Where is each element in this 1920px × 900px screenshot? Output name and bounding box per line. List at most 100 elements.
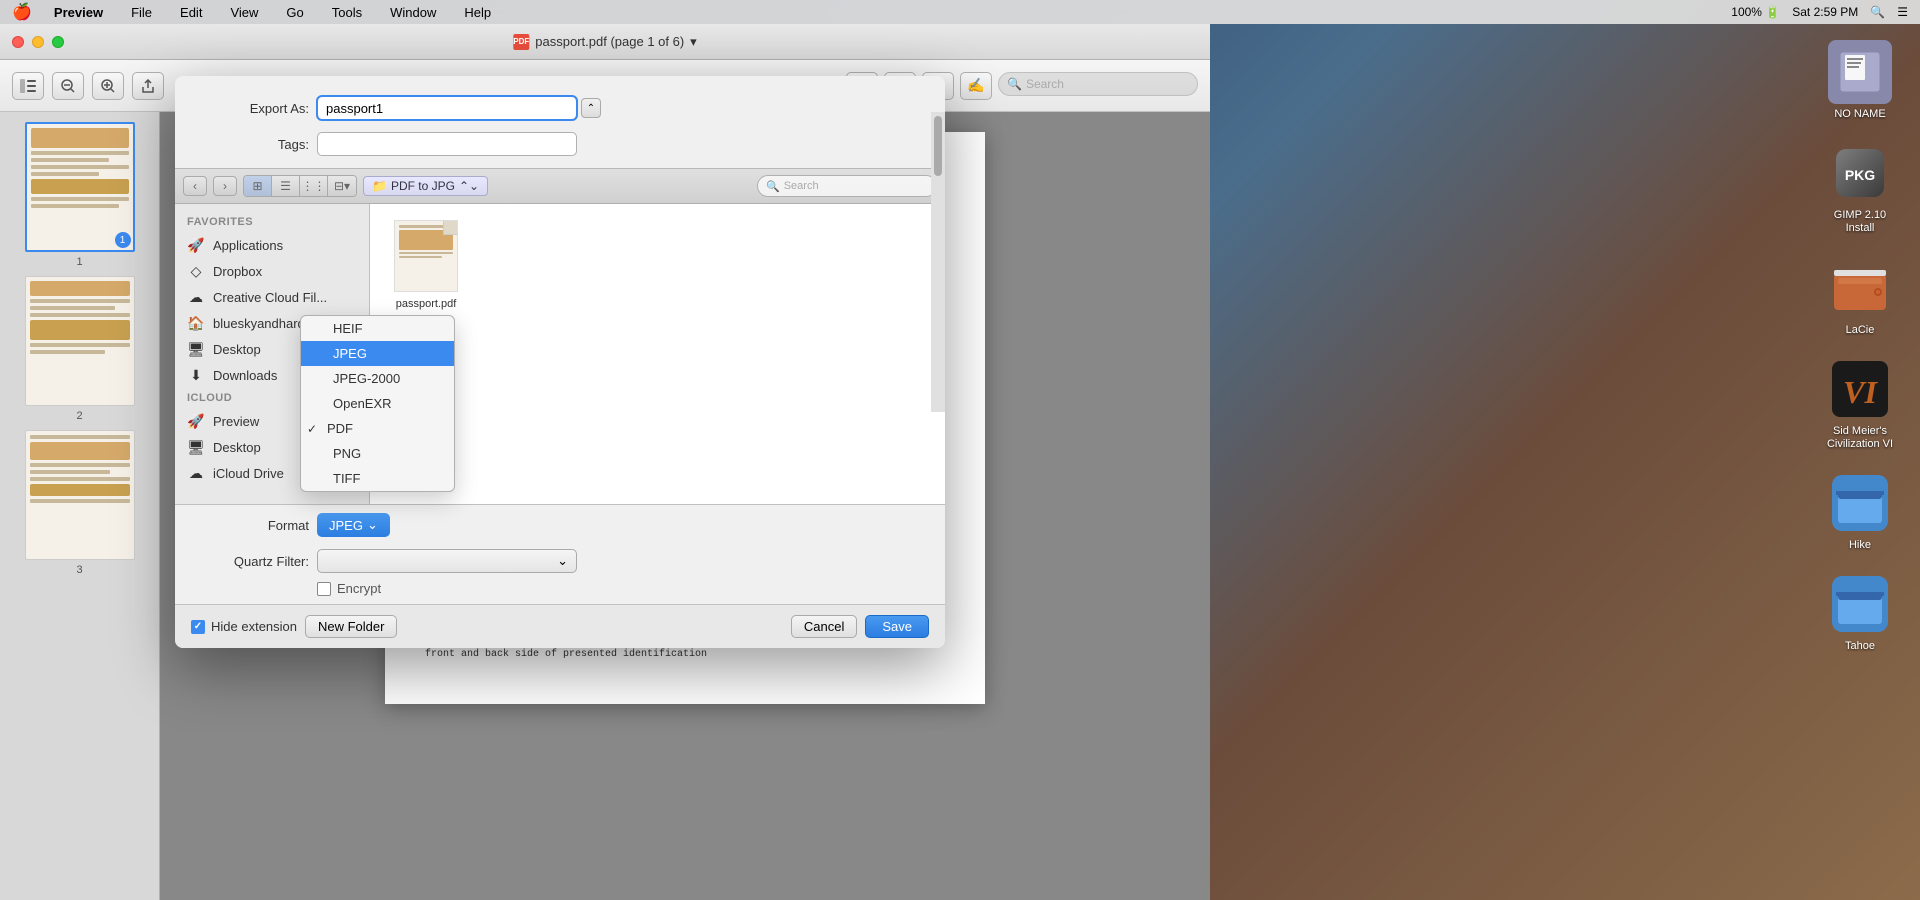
format-option-pdf-label: PDF [327,421,353,436]
toolbar-search[interactable]: 🔍 Search [998,72,1198,96]
spotlight-icon[interactable]: 🔍 [1870,5,1885,19]
back-button[interactable]: ‹ [183,176,207,196]
format-option-png[interactable]: PNG [301,441,454,466]
format-option-heif-label: HEIF [333,321,363,336]
sidebar-toggle-button[interactable] [12,72,44,100]
thumbnail-page-2[interactable]: 2 [10,276,149,422]
menu-preview[interactable]: Preview [48,3,109,22]
file-icon-passport [394,220,458,292]
sidebar-item-icloud-drive-label: iCloud Drive [213,466,284,481]
location-popup[interactable]: 📁 PDF to JPG ⌃⌄ [363,176,488,196]
desktop-icon-hike[interactable]: Hike [1820,471,1900,552]
format-option-openexr-label: OpenEXR [333,396,392,411]
list-view-button[interactable]: ☰ [272,176,300,196]
browser-search[interactable]: 🔍 Search [757,175,937,197]
thumbnail-page-1[interactable]: 1 1 [10,122,149,268]
share-button[interactable] [132,72,164,100]
civ6-label: Sid Meier's Civilization VI [1820,425,1900,451]
sidebar-item-dropbox[interactable]: ◇ Dropbox [175,258,369,284]
apple-menu[interactable]: 🍎 [12,2,32,22]
zoom-in-button[interactable] [92,72,124,100]
tags-input[interactable] [317,132,577,156]
new-folder-button[interactable]: New Folder [305,615,397,638]
format-option-pdf[interactable]: ✓ PDF [301,416,454,441]
format-option-tiff[interactable]: TIFF [301,466,454,491]
maximize-button[interactable] [52,36,64,48]
folder-icon: 📁 [372,179,387,193]
minimize-button[interactable] [32,36,44,48]
sidebar-item-applications[interactable]: 🚀 Applications [175,232,369,258]
thumbnail-page-3[interactable]: 3 [10,430,149,576]
preview-titlebar: PDF passport.pdf (page 1 of 6) ▾ [0,24,1210,60]
format-label: Format [199,518,309,533]
hide-extension-checkbox[interactable]: ✓ [191,620,205,634]
desktop-icon-lacie[interactable]: LaCie [1820,256,1900,337]
menu-file[interactable]: File [125,3,158,22]
desktop-icon-noname[interactable]: NO NAME [1820,40,1900,121]
gallery-view-button[interactable]: ⊟▾ [328,176,356,196]
chevron-down-icon[interactable]: ▾ [690,34,697,50]
traffic-lights [12,36,64,48]
gimp-icon: PKG [1828,141,1892,205]
quartz-filter-select[interactable]: ⌄ [317,549,577,573]
format-option-jpeg2000[interactable]: JPEG-2000 [301,366,454,391]
gimp-label: GIMP 2.10 Install [1820,209,1900,235]
tags-row: Tags: [199,132,921,156]
encrypt-checkbox[interactable] [317,582,331,596]
scrollbar[interactable] [931,112,945,412]
sidebar-item-preview-label: Preview [213,414,259,429]
format-option-heif[interactable]: HEIF [301,316,454,341]
file-label-passport: passport.pdf [396,298,457,310]
format-option-png-label: PNG [333,446,361,461]
hike-label: Hike [1849,539,1871,552]
forward-button[interactable]: › [213,176,237,196]
quartz-filter-label: Quartz Filter: [199,554,309,569]
menu-tools[interactable]: Tools [326,3,368,22]
page-badge-1: 1 [115,232,131,248]
svg-text:VI: VI [1843,374,1878,410]
notification-icon[interactable]: ☰ [1897,5,1908,19]
menu-go[interactable]: Go [280,3,309,22]
sidebar-item-applications-label: Applications [213,238,283,253]
format-current-value: JPEG [329,518,363,533]
menu-view[interactable]: View [224,3,264,22]
files-panel: passport.pdf [370,204,945,504]
icon-view-button[interactable]: ⊞ [244,176,272,196]
lacie-icon [1828,256,1892,320]
hide-extension-label[interactable]: ✓ Hide extension [191,619,297,634]
sidebar-item-creative-cloud[interactable]: ☁ Creative Cloud Fil... [175,284,369,310]
menu-help[interactable]: Help [458,3,497,22]
format-selector-btn[interactable]: JPEG ⌄ [317,513,390,537]
zoom-out-button[interactable] [52,72,84,100]
close-button[interactable] [12,36,24,48]
desktop-icon-tahoe[interactable]: Tahoe [1820,572,1900,653]
pdf-icon: PDF [513,34,529,50]
menu-window[interactable]: Window [384,3,442,22]
desktop-icon-civ6[interactable]: VI Sid Meier's Civilization VI [1820,357,1900,451]
location-chevron-icon: ⌃⌄ [459,179,479,193]
sidebar-item-creative-cloud-label: Creative Cloud Fil... [213,290,327,305]
noname-label: NO NAME [1834,108,1885,121]
file-item-passport[interactable]: passport.pdf [386,220,466,310]
encrypt-label[interactable]: Encrypt [317,581,381,596]
menu-edit[interactable]: Edit [174,3,208,22]
window-title-text: passport.pdf (page 1 of 6) [535,34,684,49]
file-browser: ‹ › ⊞ ☰ ⋮⋮ ⊟▾ 📁 PDF to JPG ⌃⌄ 🔍 Search F [175,168,945,604]
desktop-icon-gimp[interactable]: PKG GIMP 2.10 Install [1820,141,1900,235]
format-chevron-icon: ⌄ [367,517,378,533]
cancel-button[interactable]: Cancel [791,615,857,638]
format-option-openexr[interactable]: OpenEXR [301,391,454,416]
dialog-bottom: ✓ Hide extension New Folder Cancel Save [175,604,945,648]
markup-button[interactable]: ✍ [960,72,992,100]
save-button[interactable]: Save [865,615,929,638]
svg-text:PKG: PKG [1845,167,1875,183]
icloud-drive-icon: ☁ [187,464,205,482]
export-dialog: Export As: ⌃ Tags: ‹ › ⊞ ☰ ⋮⋮ ⊟▾ 📁 PDF t… [175,76,945,648]
column-view-button[interactable]: ⋮⋮ [300,176,328,196]
export-as-input[interactable] [317,96,577,120]
desktop-icons: NO NAME PKG GIMP 2.10 Install [1820,40,1900,654]
quartz-chevron-icon: ⌄ [557,553,568,569]
desktop-icon-sidebar: 🖥 [187,340,205,358]
expand-button[interactable]: ⌃ [581,98,601,118]
format-option-jpeg[interactable]: JPEG [301,341,454,366]
